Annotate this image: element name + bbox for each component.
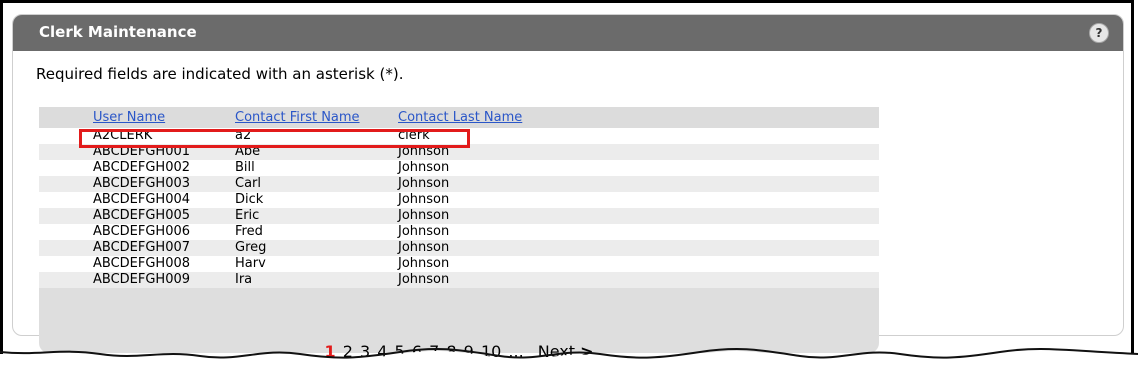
table-row[interactable]: ABCDEFGH005 Eric Johnson <box>39 208 879 224</box>
cell-last-name: Johnson <box>398 256 450 271</box>
cell-first-name: Greg <box>235 240 267 255</box>
cell-last-name: Johnson <box>398 192 450 207</box>
cell-user-name: ABCDEFGH002 <box>93 160 191 175</box>
cell-last-name: Johnson <box>398 176 450 191</box>
cell-first-name: Harv <box>235 256 266 271</box>
table-row[interactable]: ABCDEFGH008 Harv Johnson <box>39 256 879 272</box>
header-contact-first-name[interactable]: Contact First Name <box>235 110 360 125</box>
table-row[interactable]: ABCDEFGH007 Greg Johnson <box>39 240 879 256</box>
header-user-name[interactable]: User Name <box>93 110 165 125</box>
cell-first-name: Bill <box>235 160 255 175</box>
torn-edge <box>0 347 1138 385</box>
cell-first-name: Fred <box>235 224 263 239</box>
header-contact-last-name[interactable]: Contact Last Name <box>398 110 522 125</box>
clerk-maintenance-panel: Clerk Maintenance ? Required fields are … <box>12 14 1124 361</box>
panel-title: Clerk Maintenance <box>39 23 197 41</box>
clerk-grid: User Name Contact First Name Contact Las… <box>39 107 879 361</box>
required-fields-note: Required fields are indicated with an as… <box>36 65 404 83</box>
cell-user-name: ABCDEFGH006 <box>93 224 191 239</box>
cell-last-name: Johnson <box>398 208 450 223</box>
table-row[interactable]: ABCDEFGH009 Ira Johnson <box>39 272 879 288</box>
cell-first-name: Eric <box>235 208 260 223</box>
cell-user-name: ABCDEFGH005 <box>93 208 191 223</box>
table-row[interactable]: ABCDEFGH003 Carl Johnson <box>39 176 879 192</box>
cell-last-name: Johnson <box>398 272 450 287</box>
cell-last-name: Johnson <box>398 160 450 175</box>
table-row[interactable]: ABCDEFGH002 Bill Johnson <box>39 160 879 176</box>
grid-rows: A2CLERK a2 clerk ABCDEFGH001 Abe Johnson… <box>39 128 879 288</box>
cell-user-name: ABCDEFGH007 <box>93 240 191 255</box>
cell-first-name: Ira <box>235 272 253 287</box>
panel-titlebar: Clerk Maintenance ? <box>13 15 1123 51</box>
selected-row-highlight <box>79 129 470 148</box>
cell-user-name: ABCDEFGH008 <box>93 256 191 271</box>
cell-user-name: ABCDEFGH009 <box>93 272 191 287</box>
cell-user-name: ABCDEFGH003 <box>93 176 191 191</box>
cell-last-name: Johnson <box>398 224 450 239</box>
table-row[interactable]: ABCDEFGH006 Fred Johnson <box>39 224 879 240</box>
table-row[interactable]: ABCDEFGH004 Dick Johnson <box>39 192 879 208</box>
cell-user-name: ABCDEFGH004 <box>93 192 191 207</box>
grid-header: User Name Contact First Name Contact Las… <box>39 107 879 128</box>
help-icon[interactable]: ? <box>1089 23 1109 43</box>
cell-first-name: Dick <box>235 192 264 207</box>
cell-last-name: Johnson <box>398 240 450 255</box>
cell-first-name: Carl <box>235 176 261 191</box>
